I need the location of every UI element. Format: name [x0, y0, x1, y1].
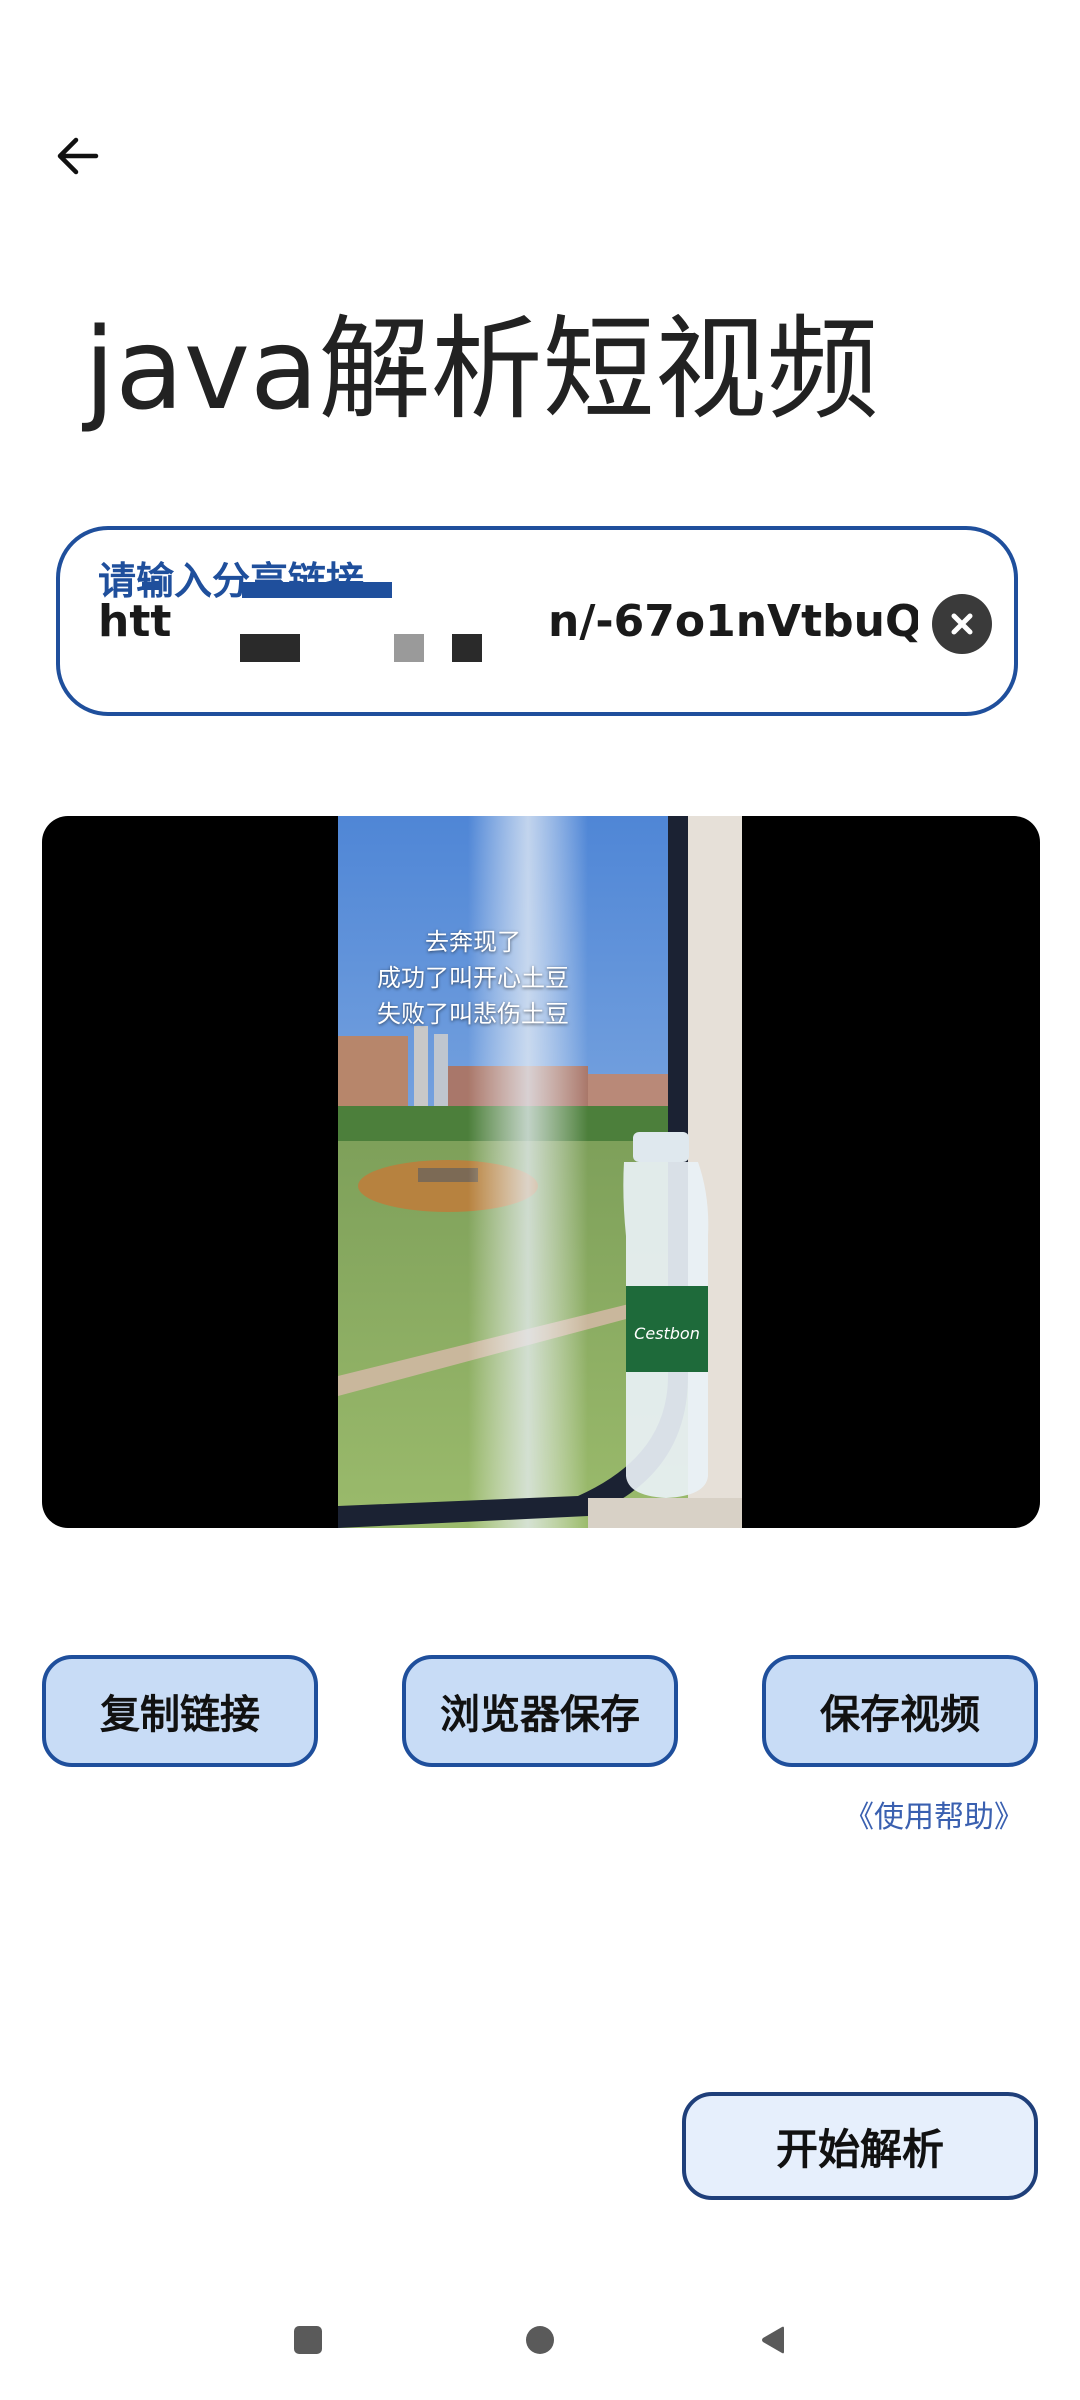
help-link[interactable]: 《使用帮助》: [844, 1792, 1024, 1836]
square-icon: [294, 2326, 322, 2354]
link-prefix: htt: [98, 596, 172, 647]
copy-link-button[interactable]: 复制链接: [42, 1655, 318, 1767]
bottle-label: Cestbon: [634, 1324, 700, 1343]
close-circle-icon: [951, 613, 973, 635]
video-preview[interactable]: Cestbon 去奔现了 成功了叫开心土豆 失败了叫悲伤土豆: [42, 816, 1040, 1528]
video-caption: 去奔现了 成功了叫开心土豆 失败了叫悲伤土豆: [338, 924, 608, 1032]
redaction-mark: [142, 582, 160, 590]
redaction-mark: [240, 634, 300, 662]
recent-apps-button[interactable]: [280, 2312, 336, 2368]
clear-input-button[interactable]: [932, 594, 992, 654]
share-link-field[interactable]: htt n/-67o1nVtbuQ/: [98, 596, 918, 647]
page-title: java解析短视频: [84, 305, 879, 435]
caption-line: 去奔现了: [425, 928, 521, 956]
video-thumbnail: Cestbon 去奔现了 成功了叫开心土豆 失败了叫悲伤土豆: [338, 816, 742, 1528]
redaction-mark: [452, 634, 482, 662]
caption-line: 成功了叫开心土豆: [377, 964, 569, 992]
video-thumbnail-image: Cestbon: [338, 816, 742, 1528]
share-link-input-box[interactable]: 请输入分享链接 htt n/-67o1nVtbuQ/: [56, 526, 1018, 716]
redaction-mark: [394, 634, 424, 662]
save-video-button[interactable]: 保存视频: [762, 1655, 1038, 1767]
start-parse-button[interactable]: 开始解析: [682, 2092, 1038, 2200]
browser-save-button[interactable]: 浏览器保存: [402, 1655, 678, 1767]
nav-back-button[interactable]: [746, 2312, 802, 2368]
home-button[interactable]: [512, 2312, 568, 2368]
back-button[interactable]: [42, 120, 114, 192]
link-suffix: n/-67o1nVtbuQ/: [548, 596, 918, 647]
system-nav-bar: [0, 2300, 1080, 2380]
arrow-left-icon: [57, 137, 99, 175]
caption-line: 失败了叫悲伤土豆: [377, 1000, 569, 1028]
circle-icon: [526, 2326, 554, 2354]
triangle-back-icon: [762, 2326, 784, 2354]
